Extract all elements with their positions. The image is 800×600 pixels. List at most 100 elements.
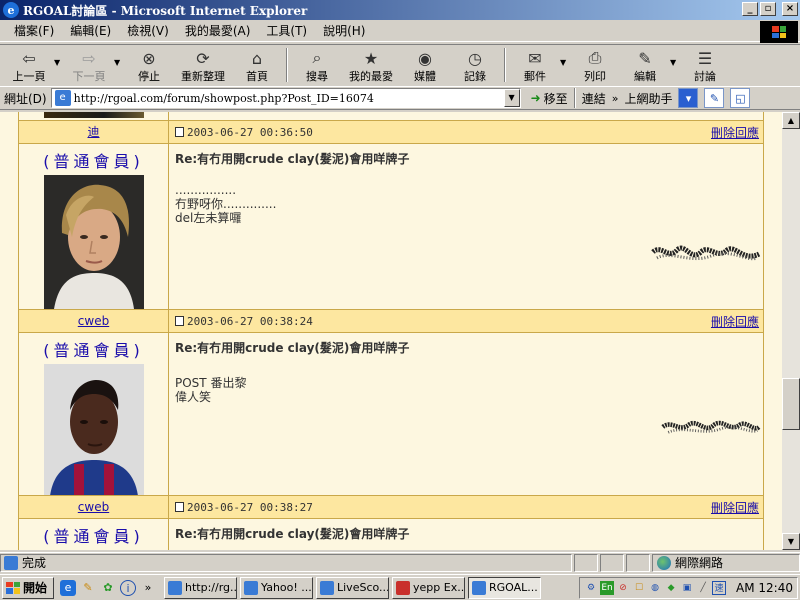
favorites-button[interactable]: ★ 我的最愛 bbox=[342, 48, 400, 86]
forward-dropdown-button[interactable]: ▼ bbox=[114, 48, 124, 67]
home-button[interactable]: ⌂ 首頁 bbox=[232, 48, 282, 86]
delete-reply-link[interactable]: 刪除回應 bbox=[711, 499, 759, 516]
post-message: ................ 冇野呀你.............. del左… bbox=[175, 183, 277, 225]
back-button[interactable]: ⇦ 上一頁 bbox=[4, 48, 54, 86]
ie-quicklaunch-icon[interactable]: e bbox=[60, 579, 76, 596]
zone-text: 網際網路 bbox=[675, 556, 724, 570]
minimize-button[interactable]: _ bbox=[742, 2, 758, 16]
post-date: 2003-06-27 00:36:50 bbox=[187, 125, 313, 139]
title-bar: e RGOAL討論區 - Microsoft Internet Explorer… bbox=[0, 0, 800, 20]
post-body: (普通會員) Re:有冇用開crude c bbox=[19, 333, 763, 495]
helper-window-icon[interactable]: ◱ bbox=[730, 88, 751, 108]
author-link[interactable]: 迪 bbox=[87, 125, 99, 139]
edit-dropdown-button[interactable]: ▼ bbox=[670, 48, 680, 67]
post-message: POST 番出黎 偉人笑 bbox=[175, 376, 247, 404]
doc-icon bbox=[175, 316, 184, 326]
signature-scribble bbox=[661, 420, 761, 434]
menu-edit[interactable]: 編輯(E) bbox=[62, 22, 119, 39]
window-controls: _ ▫ × bbox=[742, 2, 798, 16]
tray-language-icon[interactable]: En bbox=[600, 580, 615, 595]
close-button[interactable]: × bbox=[782, 2, 798, 16]
discuss-button[interactable]: ☰ 討論 bbox=[680, 48, 730, 86]
forward-arrow-icon: ⇨ bbox=[82, 48, 96, 68]
outlook-quicklaunch-icon[interactable]: ✎ bbox=[80, 580, 96, 596]
info-quicklaunch-icon[interactable]: i bbox=[120, 579, 136, 596]
signature-scribble bbox=[651, 245, 761, 261]
tray-arrow-icon[interactable]: ◆ bbox=[664, 581, 678, 595]
post-subject: Re:有冇用開crude clay(髮泥)會用咩牌子 bbox=[175, 341, 410, 355]
menu-file[interactable]: 檔案(F) bbox=[6, 22, 62, 39]
tray-ime-icon[interactable]: 速 bbox=[712, 580, 727, 595]
helper-dropdown-button[interactable]: ▾ bbox=[678, 88, 699, 108]
print-button[interactable]: ⎙ 列印 bbox=[570, 48, 620, 86]
forum-thread: 迪 2003-06-27 00:36:50 刪除回應 (普通會員) Re:有冇用… bbox=[18, 112, 764, 550]
avatar bbox=[43, 364, 144, 495]
post-footer: cweb 2003-06-27 00:38:24 刪除回應 bbox=[19, 309, 763, 333]
address-url[interactable]: http://rgoal.com/forum/showpost.php?Post… bbox=[74, 92, 504, 105]
discuss-icon: ☰ bbox=[697, 48, 713, 68]
menu-tools[interactable]: 工具(T) bbox=[258, 22, 315, 39]
task-button[interactable]: yepp Ex... bbox=[392, 576, 465, 599]
tray-monitor-icon[interactable]: ▣ bbox=[680, 581, 694, 595]
mail-icon: ✉ bbox=[528, 48, 542, 68]
helper-pen-icon[interactable]: ✎ bbox=[704, 88, 725, 108]
back-arrow-icon: ⇦ bbox=[22, 48, 36, 68]
task-button[interactable]: LiveSco... bbox=[316, 576, 389, 599]
task-button[interactable]: Yahoo! ... bbox=[240, 576, 313, 599]
delete-reply-link[interactable]: 刪除回應 bbox=[711, 124, 759, 141]
window-title: RGOAL討論區 - Microsoft Internet Explorer bbox=[23, 3, 308, 18]
tray-globe-icon[interactable]: ◍ bbox=[648, 581, 662, 595]
post-date: 2003-06-27 00:38:24 bbox=[187, 314, 313, 328]
menu-help[interactable]: 說明(H) bbox=[315, 22, 373, 39]
author-link[interactable]: cweb bbox=[78, 500, 109, 514]
search-button[interactable]: ⌕ 搜尋 bbox=[292, 48, 342, 86]
delete-reply-link[interactable]: 刪除回應 bbox=[711, 313, 759, 330]
links-button[interactable]: 連結 bbox=[582, 90, 606, 107]
scroll-down-button[interactable]: ▼ bbox=[782, 533, 800, 550]
yepp-window-icon bbox=[396, 580, 410, 595]
mail-dropdown-button[interactable]: ▼ bbox=[560, 48, 570, 67]
post-subject: Re:有冇用開crude clay(髮泥)會用咩牌子 bbox=[175, 152, 410, 166]
links-chevron-icon[interactable]: » bbox=[612, 92, 619, 105]
windows-flag-icon bbox=[6, 581, 20, 594]
mail-button[interactable]: ✉ 郵件 bbox=[510, 48, 560, 86]
scroll-up-button[interactable]: ▲ bbox=[782, 112, 800, 129]
icq-quicklaunch-icon[interactable]: ✿ bbox=[100, 580, 116, 596]
start-button[interactable]: 開始 bbox=[2, 576, 54, 599]
tray-pen-icon[interactable]: ╱ bbox=[696, 581, 710, 595]
forward-button[interactable]: ⇨ 下一頁 bbox=[64, 48, 114, 86]
tray-network-icon[interactable]: ⚙ bbox=[584, 581, 598, 595]
task-button-active[interactable]: RGOAL... bbox=[468, 576, 541, 599]
refresh-button[interactable]: ⟳ 重新整理 bbox=[174, 48, 232, 86]
member-rank: (普通會員) bbox=[43, 527, 144, 546]
go-arrow-icon: ➜ bbox=[530, 91, 541, 105]
menu-view[interactable]: 檢視(V) bbox=[119, 22, 177, 39]
media-button[interactable]: ◉ 媒體 bbox=[400, 48, 450, 86]
page-icon: e bbox=[54, 90, 71, 106]
edit-button[interactable]: ✎ 編輯 bbox=[620, 48, 670, 86]
avatar-partial bbox=[43, 112, 144, 118]
address-input[interactable]: e http://rgoal.com/forum/showpost.php?Po… bbox=[50, 88, 521, 108]
tray-chat-icon[interactable]: ☐ bbox=[632, 581, 646, 595]
avatar bbox=[43, 175, 144, 309]
go-button[interactable]: ➜ 移至 bbox=[531, 90, 568, 107]
vertical-scrollbar[interactable]: ▲ ▼ bbox=[782, 112, 800, 550]
maximize-button[interactable]: ▫ bbox=[760, 2, 776, 16]
tray-block-icon[interactable]: ⊘ bbox=[616, 581, 630, 595]
back-dropdown-button[interactable]: ▼ bbox=[54, 48, 64, 67]
menu-favorites[interactable]: 我的最愛(A) bbox=[177, 22, 259, 39]
ie-window-icon bbox=[320, 580, 334, 595]
internet-zone-icon bbox=[657, 555, 671, 570]
history-button[interactable]: ◷ 記錄 bbox=[450, 48, 500, 86]
post-body: (普通會員) Re:有冇用開crude c bbox=[19, 144, 763, 309]
task-button[interactable]: http://rg... bbox=[164, 576, 237, 599]
author-link[interactable]: cweb bbox=[78, 314, 109, 328]
search-icon: ⌕ bbox=[312, 48, 322, 67]
stop-button[interactable]: ⊗ 停止 bbox=[124, 48, 174, 86]
address-dropdown-button[interactable]: ▼ bbox=[503, 89, 520, 107]
status-text: 完成 bbox=[22, 556, 47, 570]
clock[interactable]: AM 12:40 bbox=[736, 581, 793, 595]
quicklaunch-more-icon[interactable]: » bbox=[140, 580, 156, 596]
scroll-thumb[interactable] bbox=[782, 378, 800, 430]
home-icon: ⌂ bbox=[251, 48, 263, 68]
